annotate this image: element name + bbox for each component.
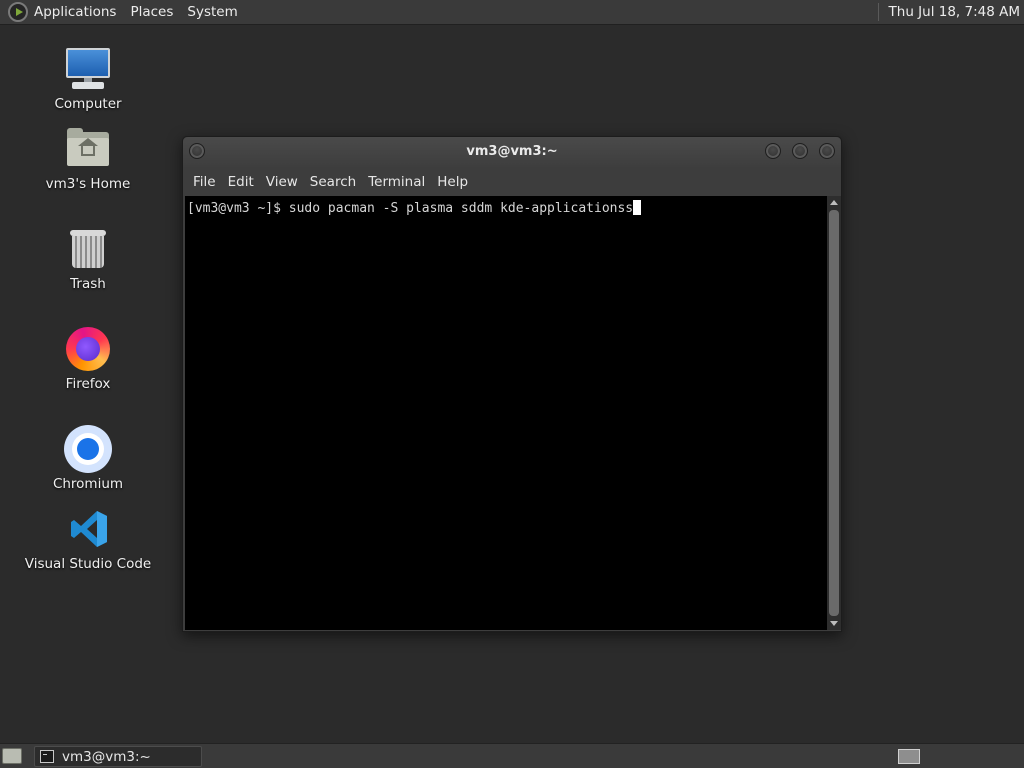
desktop-icon-home[interactable]: vm3's Home [23,124,153,192]
terminal-scrollbar[interactable] [827,196,841,630]
close-button[interactable] [819,143,835,159]
shell-prompt: [vm3@vm3 ~]$ [187,201,289,216]
menu-terminal[interactable]: Terminal [368,174,436,190]
scroll-up-arrow-icon[interactable] [830,200,838,205]
minimize-button[interactable] [765,143,781,159]
menu-edit[interactable]: Edit [228,174,265,190]
terminal-window: vm3@vm3:~ File Edit View Search Terminal… [182,136,842,632]
command-text: sudo pacman -S plasma sddm kde-applicati… [288,201,634,216]
desktop-icon-trash[interactable]: Trash [23,224,153,292]
top-panel: Applications Places System Thu Jul 18, 7… [0,0,1024,25]
desktop-icon-firefox[interactable]: Firefox [23,324,153,392]
terminal-icon [40,750,54,763]
command-line[interactable]: [vm3@vm3 ~]$ sudo pacman -S plasma sddm … [187,200,642,216]
bottom-panel: vm3@vm3:~ [0,743,1024,768]
menu-applications[interactable]: Applications [33,4,123,20]
vscode-icon [63,504,113,554]
scroll-thumb[interactable] [829,210,839,616]
desktop-icon-computer[interactable]: Computer [23,44,153,112]
terminal-menubar: File Edit View Search Terminal Help [183,167,841,196]
desktop-icon-label: Computer [54,96,122,112]
desktop-icon-label: Visual Studio Code [24,556,152,572]
menu-help[interactable]: Help [437,174,479,190]
show-desktop-icon[interactable] [2,748,22,764]
taskbar-item-label: vm3@vm3:~ [62,748,151,765]
scroll-down-arrow-icon[interactable] [830,621,838,626]
computer-icon [63,44,113,94]
desktop-icon-label: Firefox [65,376,111,392]
menu-file[interactable]: File [193,174,227,190]
desktop-icon-label: Chromium [52,476,124,492]
workspace-switcher[interactable] [898,749,920,764]
applications-logo-icon[interactable] [8,2,28,22]
trash-icon [63,224,113,274]
clock[interactable]: Thu Jul 18, 7:48 AM [889,4,1020,20]
terminal-titlebar[interactable]: vm3@vm3:~ [183,137,841,167]
menu-view[interactable]: View [266,174,309,190]
maximize-button[interactable] [792,143,808,159]
desktop-icon-vscode[interactable]: Visual Studio Code [23,504,153,572]
text-cursor [633,200,642,215]
firefox-icon [63,324,113,374]
panel-divider [877,3,879,21]
window-title: vm3@vm3:~ [466,144,558,159]
menu-search[interactable]: Search [310,174,367,190]
desktop-icon-label: vm3's Home [45,176,131,192]
home-folder-icon [63,124,113,174]
menu-system[interactable]: System [180,4,244,20]
terminal-output[interactable]: [vm3@vm3 ~]$ sudo pacman -S plasma sddm … [185,196,827,630]
desktop-icon-label: Trash [70,276,106,292]
taskbar-item-terminal[interactable]: vm3@vm3:~ [34,746,202,767]
chromium-icon [63,424,113,474]
menu-places[interactable]: Places [123,4,180,20]
desktop-icon-chromium[interactable]: Chromium [23,424,153,492]
